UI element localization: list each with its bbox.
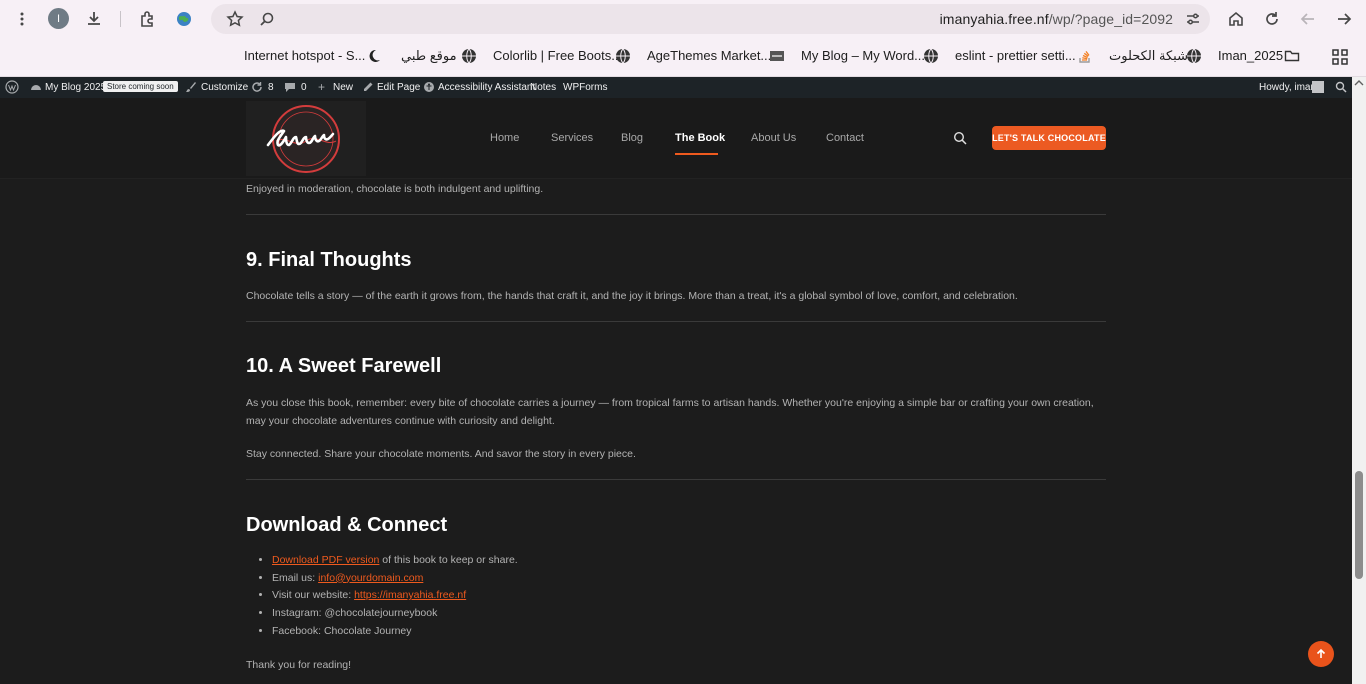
nav-services[interactable]: Services bbox=[551, 132, 593, 144]
site-settings-icon[interactable] bbox=[1179, 5, 1207, 33]
user-avatar[interactable] bbox=[1312, 81, 1324, 93]
download-pdf-link[interactable]: Download PDF version bbox=[272, 554, 379, 566]
url-text[interactable]: imanyahia.free.nf/wp/?page_id=2092 bbox=[940, 11, 1173, 27]
menu-kebab-icon[interactable] bbox=[8, 5, 36, 33]
store-status-badge: Store coming soon bbox=[103, 81, 178, 92]
dashboard-icon bbox=[30, 81, 42, 93]
bookmark-folder-iman-2025[interactable]: Iman_2025 bbox=[1218, 48, 1283, 63]
globe-icon bbox=[615, 48, 631, 64]
bookmark-my-blog[interactable]: My Blog – My Word... bbox=[801, 48, 925, 63]
home-icon[interactable] bbox=[1222, 5, 1250, 33]
list-item: Download PDF version of this book to kee… bbox=[272, 552, 518, 570]
updates-count[interactable]: 8 bbox=[268, 82, 274, 93]
list-item: Email us: info@yourdomain.com bbox=[272, 570, 518, 588]
globe-icon bbox=[1186, 48, 1202, 64]
nav-home[interactable]: Home bbox=[490, 132, 519, 144]
section-divider bbox=[246, 479, 1106, 480]
customize-link[interactable]: Customize bbox=[201, 82, 248, 93]
bookmark-colorlib[interactable]: Colorlib | Free Boots... bbox=[493, 48, 622, 63]
list-item: Visit our website: https://imanyahia.fre… bbox=[272, 587, 518, 605]
pencil-icon bbox=[362, 81, 374, 93]
section-10-paragraph-line-1: As you close this book, remember: every … bbox=[246, 397, 1094, 409]
website-link[interactable]: https://imanyahia.free.nf bbox=[354, 589, 466, 601]
globe-icon bbox=[923, 48, 939, 64]
section-divider bbox=[246, 214, 1106, 215]
download-icon[interactable] bbox=[80, 5, 108, 33]
list-item: Instagram: @chocolatejourneybook bbox=[272, 605, 518, 623]
section-9-paragraph: Chocolate tells a story — of the earth i… bbox=[246, 290, 1018, 302]
howdy-user[interactable]: Howdy, iman bbox=[1259, 82, 1316, 93]
accessibility-icon bbox=[423, 81, 435, 93]
accessibility-assistant-link[interactable]: Accessibility Assistant bbox=[438, 82, 535, 93]
edit-page-link[interactable]: Edit Page bbox=[377, 82, 420, 93]
back-to-top-button[interactable] bbox=[1308, 641, 1334, 667]
download-connect-heading: Download & Connect bbox=[246, 514, 448, 536]
section-divider bbox=[246, 321, 1106, 322]
scroll-up-arrow-icon[interactable] bbox=[1352, 77, 1366, 89]
nav-active-indicator bbox=[675, 153, 718, 155]
wordpress-logo-icon[interactable] bbox=[5, 80, 19, 94]
email-link[interactable]: info@yourdomain.com bbox=[318, 572, 423, 584]
bookmark-medical-site[interactable]: موقع طبي bbox=[401, 48, 457, 64]
notes-link[interactable]: Notes bbox=[530, 82, 556, 93]
bookmarks-bar: Internet hotspot - S... موقع طبي Colorli… bbox=[0, 38, 1366, 77]
nav-the-book[interactable]: The Book bbox=[675, 132, 725, 144]
admin-search-icon[interactable] bbox=[1335, 81, 1347, 93]
admin-site-name[interactable]: My Blog 2025 bbox=[45, 82, 106, 93]
updates-icon bbox=[251, 81, 263, 93]
page-scrollbar[interactable] bbox=[1352, 77, 1366, 684]
section-10-paragraph-2: Stay connected. Share your chocolate mom… bbox=[246, 448, 636, 460]
site-search-icon[interactable] bbox=[953, 131, 967, 145]
globe-icon bbox=[461, 48, 477, 64]
bookmark-eslint-prettier[interactable]: eslint - prettier setti... bbox=[955, 48, 1076, 63]
nav-contact[interactable]: Contact bbox=[826, 132, 864, 144]
bookmark-star-icon[interactable] bbox=[221, 5, 249, 33]
moon-icon bbox=[366, 48, 382, 64]
section-10-heading: 10. A Sweet Farewell bbox=[246, 355, 442, 377]
wp-admin-bar: My Blog 2025 Store coming soon Customize… bbox=[0, 77, 1352, 98]
apps-grid-icon[interactable] bbox=[1331, 48, 1349, 66]
chocolate-logo[interactable] bbox=[246, 101, 366, 176]
section-10-paragraph-line-2: may your chocolate adventures continue w… bbox=[246, 415, 555, 427]
comments-count[interactable]: 0 bbox=[301, 82, 307, 93]
back-arrow-icon[interactable] bbox=[1330, 5, 1358, 33]
wpforms-link[interactable]: WPForms bbox=[563, 82, 607, 93]
toolbar-divider bbox=[120, 11, 121, 27]
search-icon[interactable] bbox=[253, 5, 281, 33]
intro-paragraph: Enjoyed in moderation, chocolate is both… bbox=[246, 183, 544, 195]
bookmark-agethemes[interactable]: AgeThemes Market... bbox=[647, 48, 771, 63]
stackoverflow-icon bbox=[1077, 48, 1093, 64]
plus-icon: + bbox=[318, 80, 326, 94]
list-item: Facebook: Chocolate Journey bbox=[272, 623, 518, 641]
section-9-heading: 9. Final Thoughts bbox=[246, 249, 412, 271]
comments-icon bbox=[284, 81, 296, 93]
folder-icon bbox=[1284, 48, 1300, 64]
new-link[interactable]: New bbox=[333, 82, 353, 93]
site-header: Home Services Blog The Book About Us Con… bbox=[0, 98, 1352, 179]
forward-arrow-icon[interactable] bbox=[1294, 5, 1322, 33]
browser-toolbar: I imanyahia.free.nf/wp/?page_id=2092 bbox=[0, 0, 1366, 38]
earth-extension-icon[interactable] bbox=[170, 5, 198, 33]
nav-blog[interactable]: Blog bbox=[621, 132, 643, 144]
reload-icon[interactable] bbox=[1258, 5, 1286, 33]
bookmark-internet-hotspot[interactable]: Internet hotspot - S... bbox=[244, 48, 365, 63]
lets-talk-chocolate-button[interactable]: LET'S TALK CHOCOLATE bbox=[992, 126, 1106, 150]
arrow-up-icon bbox=[1316, 648, 1326, 658]
nav-about-us[interactable]: About Us bbox=[751, 132, 796, 144]
address-bar[interactable]: imanyahia.free.nf/wp/?page_id=2092 bbox=[211, 4, 1210, 34]
thank-you-text: Thank you for reading! bbox=[246, 659, 352, 671]
extensions-icon[interactable] bbox=[134, 5, 162, 33]
brush-icon bbox=[185, 81, 197, 93]
connect-list: Download PDF version of this book to kee… bbox=[246, 552, 518, 640]
agethemes-icon bbox=[769, 48, 785, 64]
profile-avatar[interactable]: I bbox=[48, 8, 69, 29]
scrollbar-thumb[interactable] bbox=[1355, 471, 1363, 579]
bookmark-alkahlout-network[interactable]: شبكة الكحلوت bbox=[1109, 48, 1188, 64]
